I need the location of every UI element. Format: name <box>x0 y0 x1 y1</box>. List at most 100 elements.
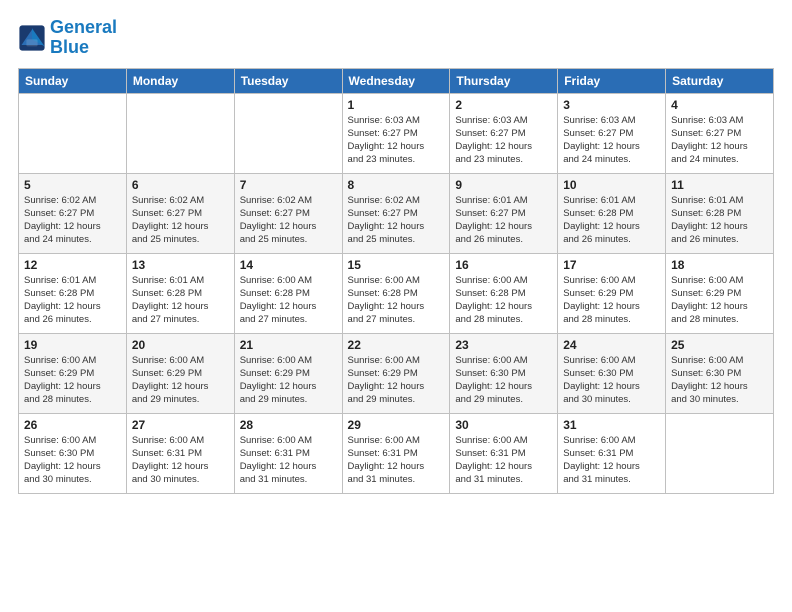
calendar-cell: 27 Sunrise: 6:00 AM Sunset: 6:31 PM Dayli… <box>126 413 234 493</box>
day-info: Sunrise: 6:00 AM Sunset: 6:28 PM Dayligh… <box>240 274 337 327</box>
day-number: 28 <box>240 418 337 432</box>
calendar-week-row: 1 Sunrise: 6:03 AM Sunset: 6:27 PM Daylig… <box>19 93 774 173</box>
day-number: 1 <box>348 98 445 112</box>
calendar-cell <box>126 93 234 173</box>
day-info: Sunrise: 6:01 AM Sunset: 6:27 PM Dayligh… <box>455 194 552 247</box>
weekday-header-wednesday: Wednesday <box>342 68 450 93</box>
logo-icon <box>18 24 46 52</box>
day-number: 16 <box>455 258 552 272</box>
calendar-cell: 15 Sunrise: 6:00 AM Sunset: 6:28 PM Dayli… <box>342 253 450 333</box>
weekday-header-thursday: Thursday <box>450 68 558 93</box>
calendar-cell: 31 Sunrise: 6:00 AM Sunset: 6:31 PM Dayli… <box>558 413 666 493</box>
day-info: Sunrise: 6:01 AM Sunset: 6:28 PM Dayligh… <box>671 194 768 247</box>
calendar-cell: 4 Sunrise: 6:03 AM Sunset: 6:27 PM Daylig… <box>666 93 774 173</box>
calendar-cell: 28 Sunrise: 6:00 AM Sunset: 6:31 PM Dayli… <box>234 413 342 493</box>
header: GeneralBlue <box>18 18 774 58</box>
day-number: 10 <box>563 178 660 192</box>
weekday-header-tuesday: Tuesday <box>234 68 342 93</box>
day-info: Sunrise: 6:00 AM Sunset: 6:28 PM Dayligh… <box>348 274 445 327</box>
weekday-header-row: SundayMondayTuesdayWednesdayThursdayFrid… <box>19 68 774 93</box>
day-number: 20 <box>132 338 229 352</box>
day-info: Sunrise: 6:00 AM Sunset: 6:29 PM Dayligh… <box>24 354 121 407</box>
calendar-cell: 8Sunrise: 6:02 AM Sunset: 6:27 PM Daylig… <box>342 173 450 253</box>
day-info: Sunrise: 6:00 AM Sunset: 6:29 PM Dayligh… <box>563 274 660 327</box>
day-number: 12 <box>24 258 121 272</box>
calendar-cell: 14 Sunrise: 6:00 AM Sunset: 6:28 PM Dayli… <box>234 253 342 333</box>
day-number: 18 <box>671 258 768 272</box>
calendar-cell: 18 Sunrise: 6:00 AM Sunset: 6:29 PM Dayli… <box>666 253 774 333</box>
day-info: Sunrise: 6:02 AM Sunset: 6:27 PM Dayligh… <box>348 194 445 247</box>
day-info: Sunrise: 6:00 AM Sunset: 6:31 PM Dayligh… <box>132 434 229 487</box>
weekday-header-sunday: Sunday <box>19 68 127 93</box>
calendar-cell: 2Sunrise: 6:03 AM Sunset: 6:27 PM Daylig… <box>450 93 558 173</box>
weekday-header-saturday: Saturday <box>666 68 774 93</box>
calendar-cell: 29Sunrise: 6:00 AM Sunset: 6:31 PM Dayli… <box>342 413 450 493</box>
day-info: Sunrise: 6:00 AM Sunset: 6:29 PM Dayligh… <box>348 354 445 407</box>
calendar-week-row: 12 Sunrise: 6:01 AM Sunset: 6:28 PM Dayli… <box>19 253 774 333</box>
logo: GeneralBlue <box>18 18 117 58</box>
day-number: 9 <box>455 178 552 192</box>
day-info: Sunrise: 6:02 AM Sunset: 6:27 PM Dayligh… <box>24 194 121 247</box>
day-number: 4 <box>671 98 768 112</box>
calendar-cell: 24Sunrise: 6:00 AM Sunset: 6:30 PM Dayli… <box>558 333 666 413</box>
day-info: Sunrise: 6:00 AM Sunset: 6:31 PM Dayligh… <box>563 434 660 487</box>
calendar-cell <box>666 413 774 493</box>
calendar-cell: 5Sunrise: 6:02 AM Sunset: 6:27 PM Daylig… <box>19 173 127 253</box>
day-info: Sunrise: 6:03 AM Sunset: 6:27 PM Dayligh… <box>563 114 660 167</box>
day-number: 2 <box>455 98 552 112</box>
calendar-cell: 1 Sunrise: 6:03 AM Sunset: 6:27 PM Daylig… <box>342 93 450 173</box>
day-info: Sunrise: 6:00 AM Sunset: 6:30 PM Dayligh… <box>455 354 552 407</box>
day-number: 11 <box>671 178 768 192</box>
day-number: 26 <box>24 418 121 432</box>
day-info: Sunrise: 6:01 AM Sunset: 6:28 PM Dayligh… <box>563 194 660 247</box>
page: GeneralBlue SundayMondayTuesdayWednesday… <box>0 0 792 612</box>
calendar-cell <box>19 93 127 173</box>
day-info: Sunrise: 6:00 AM Sunset: 6:30 PM Dayligh… <box>563 354 660 407</box>
logo-text: GeneralBlue <box>50 18 117 58</box>
calendar-cell: 3Sunrise: 6:03 AM Sunset: 6:27 PM Daylig… <box>558 93 666 173</box>
weekday-header-friday: Friday <box>558 68 666 93</box>
day-number: 6 <box>132 178 229 192</box>
calendar-cell: 10 Sunrise: 6:01 AM Sunset: 6:28 PM Dayli… <box>558 173 666 253</box>
day-number: 30 <box>455 418 552 432</box>
day-info: Sunrise: 6:03 AM Sunset: 6:27 PM Dayligh… <box>671 114 768 167</box>
day-info: Sunrise: 6:01 AM Sunset: 6:28 PM Dayligh… <box>24 274 121 327</box>
calendar-cell: 17 Sunrise: 6:00 AM Sunset: 6:29 PM Dayli… <box>558 253 666 333</box>
day-info: Sunrise: 6:00 AM Sunset: 6:31 PM Dayligh… <box>455 434 552 487</box>
day-info: Sunrise: 6:03 AM Sunset: 6:27 PM Dayligh… <box>348 114 445 167</box>
day-info: Sunrise: 6:00 AM Sunset: 6:30 PM Dayligh… <box>24 434 121 487</box>
day-info: Sunrise: 6:02 AM Sunset: 6:27 PM Dayligh… <box>240 194 337 247</box>
calendar-cell: 22 Sunrise: 6:00 AM Sunset: 6:29 PM Dayli… <box>342 333 450 413</box>
day-number: 21 <box>240 338 337 352</box>
weekday-header-monday: Monday <box>126 68 234 93</box>
day-number: 19 <box>24 338 121 352</box>
day-number: 31 <box>563 418 660 432</box>
calendar-cell: 30 Sunrise: 6:00 AM Sunset: 6:31 PM Dayli… <box>450 413 558 493</box>
calendar-cell: 26 Sunrise: 6:00 AM Sunset: 6:30 PM Dayli… <box>19 413 127 493</box>
day-info: Sunrise: 6:00 AM Sunset: 6:29 PM Dayligh… <box>671 274 768 327</box>
calendar-table: SundayMondayTuesdayWednesdayThursdayFrid… <box>18 68 774 494</box>
day-info: Sunrise: 6:00 AM Sunset: 6:29 PM Dayligh… <box>240 354 337 407</box>
day-number: 29 <box>348 418 445 432</box>
day-number: 15 <box>348 258 445 272</box>
calendar-cell: 20 Sunrise: 6:00 AM Sunset: 6:29 PM Dayli… <box>126 333 234 413</box>
day-info: Sunrise: 6:00 AM Sunset: 6:30 PM Dayligh… <box>671 354 768 407</box>
day-number: 25 <box>671 338 768 352</box>
day-number: 7 <box>240 178 337 192</box>
day-number: 17 <box>563 258 660 272</box>
day-info: Sunrise: 6:01 AM Sunset: 6:28 PM Dayligh… <box>132 274 229 327</box>
calendar-cell: 12 Sunrise: 6:01 AM Sunset: 6:28 PM Dayli… <box>19 253 127 333</box>
calendar-week-row: 26 Sunrise: 6:00 AM Sunset: 6:30 PM Dayli… <box>19 413 774 493</box>
calendar-cell: 21 Sunrise: 6:00 AM Sunset: 6:29 PM Dayli… <box>234 333 342 413</box>
calendar-cell: 7 Sunrise: 6:02 AM Sunset: 6:27 PM Daylig… <box>234 173 342 253</box>
day-number: 27 <box>132 418 229 432</box>
day-number: 14 <box>240 258 337 272</box>
calendar-cell: 9 Sunrise: 6:01 AM Sunset: 6:27 PM Daylig… <box>450 173 558 253</box>
day-info: Sunrise: 6:00 AM Sunset: 6:29 PM Dayligh… <box>132 354 229 407</box>
calendar-week-row: 5Sunrise: 6:02 AM Sunset: 6:27 PM Daylig… <box>19 173 774 253</box>
day-info: Sunrise: 6:00 AM Sunset: 6:31 PM Dayligh… <box>240 434 337 487</box>
calendar-cell: 25 Sunrise: 6:00 AM Sunset: 6:30 PM Dayli… <box>666 333 774 413</box>
calendar-cell: 23Sunrise: 6:00 AM Sunset: 6:30 PM Dayli… <box>450 333 558 413</box>
day-number: 22 <box>348 338 445 352</box>
calendar-cell <box>234 93 342 173</box>
